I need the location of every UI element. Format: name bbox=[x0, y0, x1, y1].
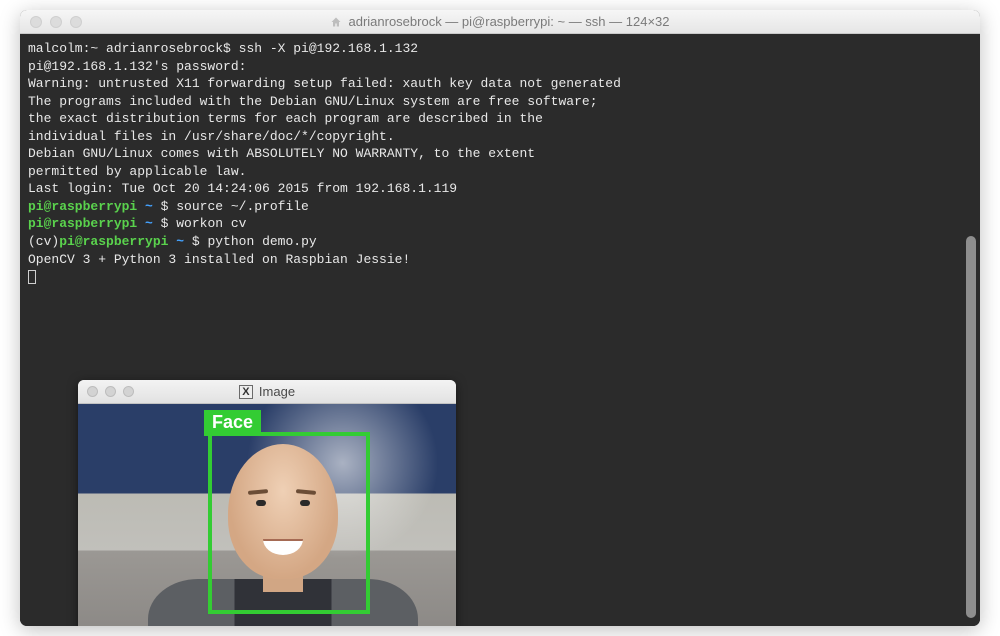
remote-prompt-path: ~ bbox=[137, 199, 160, 214]
home-icon bbox=[330, 16, 342, 28]
terminal-line: the exact distribution terms for each pr… bbox=[28, 110, 972, 128]
local-prompt: malcolm:~ adrianrosebrock$ bbox=[28, 41, 231, 56]
terminal-line: pi@192.168.1.132's password: bbox=[28, 58, 972, 76]
command-text: workon cv bbox=[168, 216, 246, 231]
x11-icon: X bbox=[239, 385, 253, 399]
terminal-cursor-line bbox=[28, 268, 972, 286]
remote-prompt-userhost: pi@raspberrypi bbox=[28, 199, 137, 214]
zoom-icon[interactable] bbox=[123, 386, 134, 397]
remote-prompt-userhost: pi@raspberrypi bbox=[59, 234, 168, 249]
terminal-line: OpenCV 3 + Python 3 installed on Raspbia… bbox=[28, 251, 972, 269]
image-window-title: X Image bbox=[78, 384, 456, 399]
terminal-line: individual files in /usr/share/doc/*/cop… bbox=[28, 128, 972, 146]
minimize-icon[interactable] bbox=[50, 16, 62, 28]
face-bounding-box bbox=[208, 432, 370, 614]
close-icon[interactable] bbox=[30, 16, 42, 28]
scrollbar[interactable] bbox=[964, 36, 978, 622]
image-window-titlebar[interactable]: X Image bbox=[78, 380, 456, 404]
terminal-line: malcolm:~ adrianrosebrock$ ssh -X pi@192… bbox=[28, 40, 972, 58]
remote-prompt-path: ~ bbox=[168, 234, 191, 249]
traffic-lights bbox=[87, 386, 134, 397]
window-title-text: adrianrosebrock — pi@raspberrypi: ~ — ss… bbox=[348, 14, 669, 29]
remote-prompt-path: ~ bbox=[137, 216, 160, 231]
close-icon[interactable] bbox=[87, 386, 98, 397]
terminal-line: pi@raspberrypi ~ $ source ~/.profile bbox=[28, 198, 972, 216]
zoom-icon[interactable] bbox=[70, 16, 82, 28]
window-title: adrianrosebrock — pi@raspberrypi: ~ — ss… bbox=[20, 14, 980, 29]
image-content: Face bbox=[78, 404, 456, 626]
remote-prompt-dollar: $ bbox=[192, 234, 200, 249]
minimize-icon[interactable] bbox=[105, 386, 116, 397]
titlebar[interactable]: adrianrosebrock — pi@raspberrypi: ~ — ss… bbox=[20, 10, 980, 34]
terminal-line: (cv)pi@raspberrypi ~ $ python demo.py bbox=[28, 233, 972, 251]
image-window[interactable]: X Image Face bbox=[78, 380, 456, 626]
scroll-thumb[interactable] bbox=[966, 236, 976, 618]
terminal-line: permitted by applicable law. bbox=[28, 163, 972, 181]
command-text: python demo.py bbox=[200, 234, 317, 249]
image-window-title-text: Image bbox=[259, 384, 295, 399]
terminal-line: Last login: Tue Oct 20 14:24:06 2015 fro… bbox=[28, 180, 972, 198]
virtualenv-prefix: (cv) bbox=[28, 234, 59, 249]
cursor-icon bbox=[28, 270, 36, 284]
command-text: ssh -X pi@192.168.1.132 bbox=[231, 41, 418, 56]
terminal-line: The programs included with the Debian GN… bbox=[28, 93, 972, 111]
terminal-line: Debian GNU/Linux comes with ABSOLUTELY N… bbox=[28, 145, 972, 163]
remote-prompt-userhost: pi@raspberrypi bbox=[28, 216, 137, 231]
face-label: Face bbox=[204, 410, 261, 436]
terminal-line: Warning: untrusted X11 forwarding setup … bbox=[28, 75, 972, 93]
terminal-line: pi@raspberrypi ~ $ workon cv bbox=[28, 215, 972, 233]
terminal-window: adrianrosebrock — pi@raspberrypi: ~ — ss… bbox=[20, 10, 980, 626]
command-text: source ~/.profile bbox=[168, 199, 308, 214]
traffic-lights bbox=[30, 16, 82, 28]
